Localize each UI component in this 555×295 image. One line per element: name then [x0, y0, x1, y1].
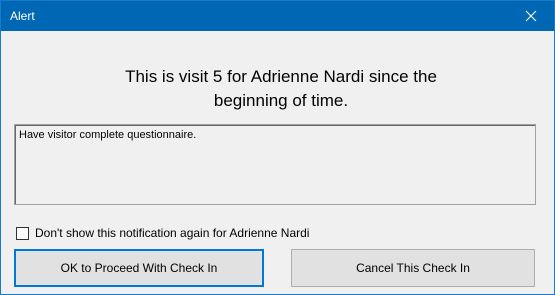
dont-show-again-option[interactable]: Don't show this notification again for A… [16, 226, 309, 240]
notes-text: Have visitor complete questionnaire. [19, 129, 197, 141]
dont-show-again-checkbox[interactable] [16, 226, 29, 240]
close-button[interactable] [508, 1, 554, 31]
title-bar[interactable]: Alert [1, 1, 554, 31]
dont-show-again-label: Don't show this notification again for A… [35, 226, 310, 240]
alert-message-line-1: This is visit 5 for Adrienne Nardi since… [125, 67, 437, 86]
window-title: Alert [10, 9, 35, 23]
alert-message: This is visit 5 for Adrienne Nardi since… [41, 65, 521, 113]
alert-message-line-2: beginning of time. [213, 91, 349, 110]
ok-proceed-button[interactable]: OK to Proceed With Check In [14, 249, 264, 287]
cancel-check-in-button[interactable]: Cancel This Check In [291, 249, 535, 287]
close-icon [525, 10, 537, 22]
alert-dialog: Alert This is visit 5 for Adrienne Nardi… [0, 0, 555, 295]
notes-textbox[interactable]: Have visitor complete questionnaire. [14, 124, 536, 205]
